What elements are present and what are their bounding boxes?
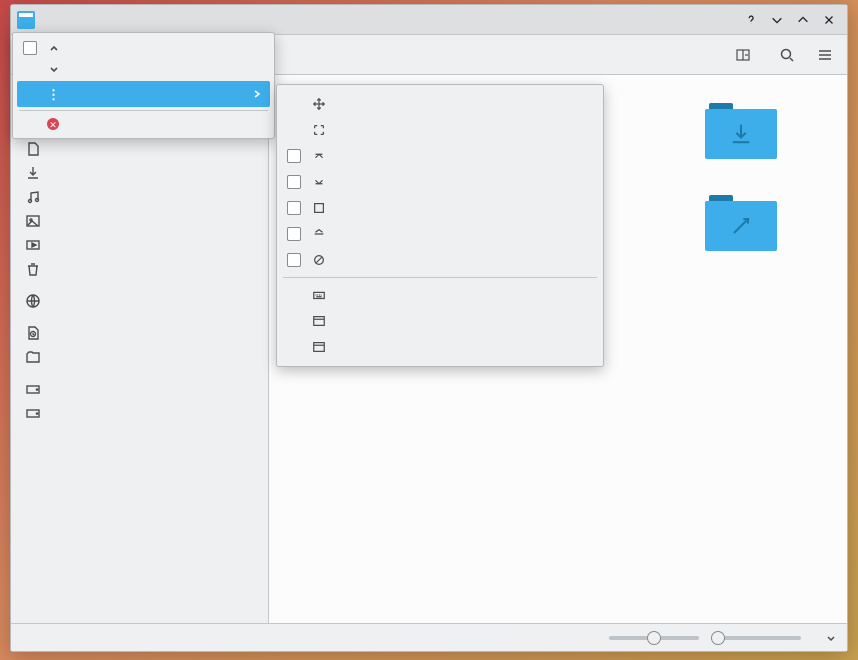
keyboard-icon (311, 287, 327, 303)
hamburger-button[interactable] (811, 41, 839, 69)
window-settings-icon (311, 313, 327, 329)
chevron-up-icon (47, 41, 61, 55)
action-keep-below[interactable] (281, 169, 599, 195)
action-shade[interactable] (281, 221, 599, 247)
folder-templates[interactable] (654, 195, 827, 257)
chevron-down-icon (47, 63, 61, 77)
resize-icon (311, 122, 327, 138)
menu-maximize[interactable] (17, 37, 270, 59)
place-network[interactable] (11, 289, 268, 313)
app-settings-icon (311, 339, 327, 355)
shade-icon (311, 226, 327, 242)
more-actions-submenu (276, 84, 604, 367)
cat-remote (11, 281, 268, 289)
menu-minimize[interactable] (17, 59, 270, 81)
action-config-window[interactable] (281, 308, 599, 334)
menu-close[interactable]: ✕ (17, 114, 270, 134)
place-pictures[interactable] (11, 209, 268, 233)
action-fullscreen[interactable] (281, 195, 599, 221)
places-panel (11, 75, 269, 623)
action-config-app[interactable] (281, 334, 599, 360)
action-move[interactable] (281, 91, 599, 117)
minimize-icon[interactable] (769, 12, 785, 28)
chevron-right-icon (250, 87, 264, 101)
close-icon[interactable] (821, 12, 837, 28)
fullscreen-icon (311, 200, 327, 216)
place-trash[interactable] (11, 257, 268, 281)
cat-recent (11, 313, 268, 321)
device-sda2[interactable] (11, 377, 268, 401)
place-downloads[interactable] (11, 161, 268, 185)
zoom-slider[interactable] (609, 636, 699, 640)
chevron-down-icon[interactable] (825, 632, 837, 644)
recent-locations[interactable] (11, 345, 268, 369)
close-x-icon: ✕ (47, 118, 59, 130)
zoom-slider-2[interactable] (711, 636, 801, 640)
device-sda1[interactable] (11, 401, 268, 425)
folder-downloads[interactable] (654, 103, 827, 165)
no-frame-icon (311, 252, 327, 268)
window-menu: ⋮ ✕ (12, 32, 275, 139)
recent-files[interactable] (11, 321, 268, 345)
action-set-shortcut[interactable] (281, 282, 599, 308)
action-no-titlebar[interactable] (281, 247, 599, 273)
place-documents[interactable] (11, 137, 268, 161)
help-icon[interactable] (743, 12, 759, 28)
place-music[interactable] (11, 185, 268, 209)
menu-more-actions[interactable]: ⋮ (17, 81, 270, 107)
statusbar (11, 623, 847, 651)
keep-above-icon (311, 148, 327, 164)
maximize-icon[interactable] (795, 12, 811, 28)
dots-icon: ⋮ (47, 85, 61, 103)
maximize-checkbox[interactable] (23, 41, 37, 55)
keep-below-icon (311, 174, 327, 190)
place-videos[interactable] (11, 233, 268, 257)
titlebar[interactable] (11, 5, 847, 35)
cat-devices (11, 369, 268, 377)
split-icon (735, 47, 751, 63)
search-button[interactable] (773, 41, 801, 69)
split-button[interactable] (729, 43, 763, 67)
action-resize[interactable] (281, 117, 599, 143)
action-keep-above[interactable] (281, 143, 599, 169)
move-icon (311, 96, 327, 112)
app-icon[interactable] (17, 11, 35, 29)
